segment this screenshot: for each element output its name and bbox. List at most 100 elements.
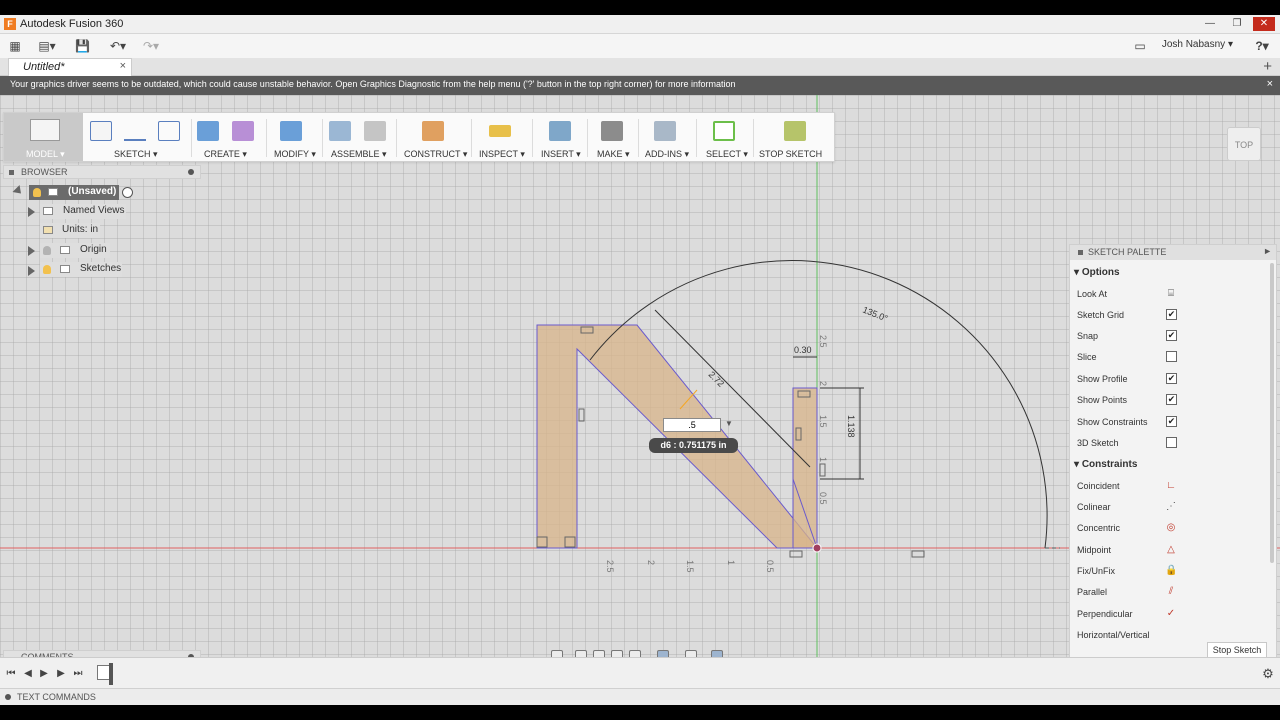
data-panel-grid-icon[interactable]: ▦ <box>8 38 22 54</box>
browser-item-named-views[interactable]: Named Views <box>40 204 126 219</box>
timeline-marker[interactable] <box>109 663 113 685</box>
constraints-section-header[interactable]: ▾ Constraints <box>1074 459 1137 470</box>
close-window-icon[interactable]: ✕ <box>1253 17 1275 31</box>
browser-pin-icon[interactable] <box>188 169 194 175</box>
show-points-checkbox[interactable]: ✔ <box>1166 394 1177 405</box>
press-pull-icon[interactable] <box>280 121 302 141</box>
constraint-coincident[interactable]: Coincident ∟ <box>1077 480 1176 491</box>
sketch-grid-checkbox[interactable]: ✔ <box>1166 309 1177 320</box>
option-show-profile[interactable]: Show Profile ✔ <box>1077 373 1177 384</box>
sketch-menu[interactable]: SKETCH ▾ <box>114 149 158 160</box>
timeline-settings-gear-icon[interactable]: ⚙ <box>1262 667 1274 680</box>
form-icon[interactable] <box>232 121 254 141</box>
constraint-parallel[interactable]: Parallel ⫽ <box>1077 586 1173 597</box>
constraint-concentric[interactable]: Concentric ◎ <box>1077 522 1175 533</box>
visibility-bulb-icon[interactable] <box>43 246 51 255</box>
close-tab-icon[interactable]: × <box>120 60 126 72</box>
option-snap[interactable]: Snap ✔ <box>1077 330 1177 341</box>
browser-root-node[interactable]: (Unsaved) <box>29 185 119 200</box>
expand-origin-icon[interactable] <box>28 246 35 256</box>
modify-menu[interactable]: MODIFY ▾ <box>274 149 316 160</box>
constraint-colinear[interactable]: Colinear ⋰ <box>1077 501 1176 512</box>
new-component-icon[interactable] <box>329 121 351 141</box>
constraint-horizontal-vertical[interactable]: Horizontal/Vertical <box>1077 630 1150 638</box>
visibility-bulb-icon[interactable] <box>33 188 41 197</box>
expand-named-views-icon[interactable] <box>28 207 35 217</box>
text-commands-bar[interactable]: TEXT COMMANDS <box>0 688 1280 705</box>
step-forward-icon[interactable]: ▶ <box>55 668 67 680</box>
inspect-menu[interactable]: INSPECT ▾ <box>479 149 525 160</box>
expand-sketches-icon[interactable] <box>28 266 35 276</box>
parallel-icon[interactable]: ⫽ <box>1165 586 1177 598</box>
create-menu[interactable]: CREATE ▾ <box>204 149 247 160</box>
make-menu[interactable]: MAKE ▾ <box>597 149 630 160</box>
option-slice[interactable]: Slice <box>1077 351 1177 362</box>
constraint-midpoint[interactable]: Midpoint △ <box>1077 544 1175 555</box>
construct-menu[interactable]: CONSTRUCT ▾ <box>404 149 467 160</box>
go-to-start-icon[interactable]: ⏮ <box>5 668 17 680</box>
coincident-icon[interactable]: ∟ <box>1165 480 1177 492</box>
job-status-icon[interactable]: ▭ <box>1133 38 1147 54</box>
create-sketch-icon[interactable] <box>90 121 112 141</box>
options-section-header[interactable]: ▾ Options <box>1074 267 1120 278</box>
browser-item-sketches[interactable]: Sketches <box>40 262 122 277</box>
option-sketch-grid[interactable]: Sketch Grid ✔ <box>1077 309 1177 320</box>
colinear-icon[interactable]: ⋰ <box>1165 501 1177 513</box>
perpendicular-icon[interactable]: ✓ <box>1165 608 1177 620</box>
addins-menu[interactable]: ADD-INS ▾ <box>645 149 689 160</box>
show-constraints-checkbox[interactable]: ✔ <box>1166 416 1177 427</box>
select-icon[interactable] <box>713 121 735 141</box>
3d-print-icon[interactable] <box>601 121 623 141</box>
dimension-dropdown-icon[interactable]: ▼ <box>725 419 733 428</box>
scripts-icon[interactable] <box>654 121 676 141</box>
document-tab[interactable]: Untitled* × <box>8 58 132 76</box>
joint-icon[interactable] <box>364 121 386 141</box>
collapse-bullet-icon[interactable] <box>1078 250 1083 255</box>
browser-item-origin[interactable]: Origin <box>40 243 110 258</box>
expand-palette-icon[interactable]: ► <box>1263 246 1272 256</box>
offset-plane-icon[interactable] <box>422 121 444 141</box>
option-3d-sketch[interactable]: 3D Sketch <box>1077 437 1177 448</box>
step-back-icon[interactable]: ◀ <box>22 668 34 680</box>
redo-icon[interactable]: ↷▾ <box>139 38 163 54</box>
look-at-icon[interactable]: ⌸ <box>1165 288 1177 300</box>
option-look-at[interactable]: Look At ⌸ <box>1077 288 1174 299</box>
new-tab-icon[interactable]: + <box>1263 58 1272 75</box>
stop-sketch-toolbar-button[interactable]: STOP SKETCH <box>759 149 822 159</box>
palette-scrollbar[interactable] <box>1270 263 1274 563</box>
assemble-menu[interactable]: ASSEMBLE ▾ <box>331 149 387 160</box>
insert-image-icon[interactable] <box>549 121 571 141</box>
browser-item-units[interactable]: Units: in <box>40 223 100 238</box>
constraint-perpendicular[interactable]: Perpendicular ✓ <box>1077 608 1175 619</box>
concentric-icon[interactable]: ◎ <box>1165 522 1177 534</box>
save-icon[interactable]: 💾 <box>75 38 90 54</box>
go-to-end-icon[interactable]: ⏭ <box>72 668 84 680</box>
file-menu-icon[interactable]: ▤▾ <box>37 38 57 54</box>
dimension-value-input[interactable] <box>663 418 721 432</box>
option-show-constraints[interactable]: Show Constraints ✔ <box>1077 416 1177 427</box>
rectangle-icon[interactable] <box>158 121 180 141</box>
measure-icon[interactable] <box>489 125 511 137</box>
slice-checkbox[interactable] <box>1166 351 1177 362</box>
workspace-switcher[interactable]: MODEL ▾ <box>4 113 83 161</box>
option-show-points[interactable]: Show Points ✔ <box>1077 394 1177 405</box>
midpoint-icon[interactable]: △ <box>1165 544 1177 556</box>
stop-sketch-icon[interactable] <box>784 121 806 141</box>
play-icon[interactable]: ▶ <box>38 668 50 680</box>
browser-panel-header[interactable]: BROWSER <box>3 165 201 179</box>
sketch-palette-header[interactable]: SKETCH PALETTE ► <box>1070 245 1276 260</box>
user-menu[interactable]: Josh Nabasny ▾ <box>1162 39 1233 50</box>
maximize-icon[interactable]: ❐ <box>1226 17 1248 31</box>
select-menu[interactable]: SELECT ▾ <box>706 149 748 160</box>
extrude-icon[interactable] <box>197 121 219 141</box>
lock-icon[interactable]: 🔒 <box>1165 565 1177 577</box>
undo-icon[interactable]: ↶▾ <box>106 38 130 54</box>
close-warning-icon[interactable]: × <box>1267 78 1273 90</box>
snap-checkbox[interactable]: ✔ <box>1166 330 1177 341</box>
3d-sketch-checkbox[interactable] <box>1166 437 1177 448</box>
help-icon[interactable]: ?▾ <box>1250 38 1274 54</box>
collapse-bullet-icon[interactable] <box>9 170 14 175</box>
insert-menu[interactable]: INSERT ▾ <box>541 149 581 160</box>
constraint-fix-unfix[interactable]: Fix/UnFix 🔒 <box>1077 565 1177 576</box>
visibility-bulb-icon[interactable] <box>43 265 51 274</box>
